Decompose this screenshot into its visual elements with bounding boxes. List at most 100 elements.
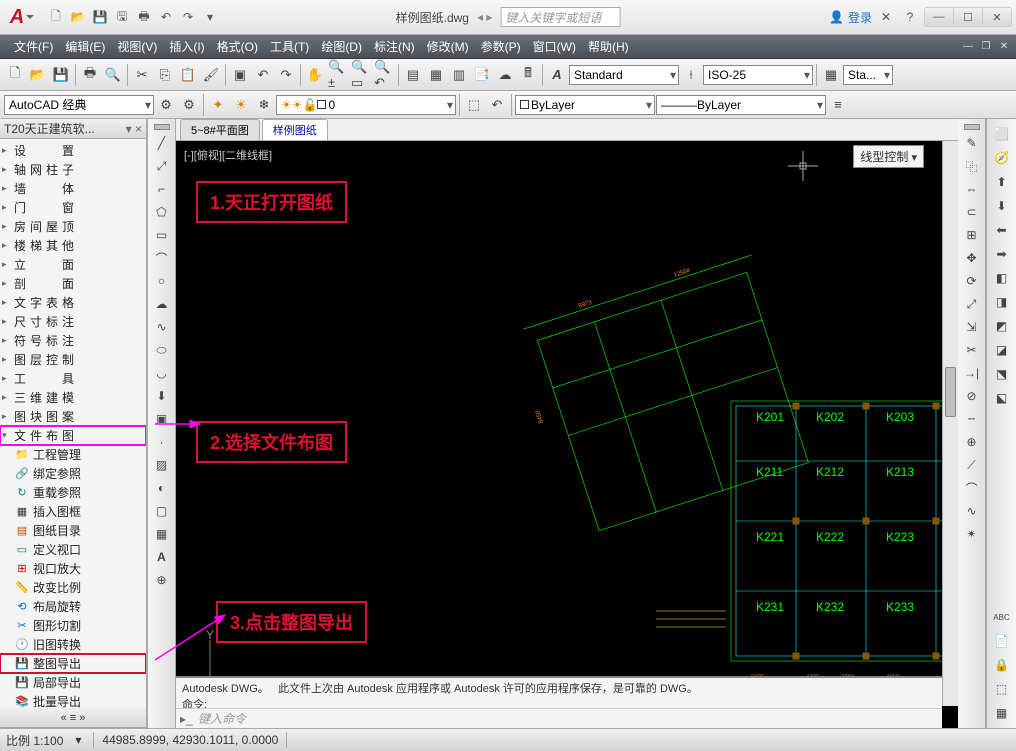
break-pt-icon[interactable]: ⊘ <box>961 385 983 407</box>
addsel-icon[interactable]: ⊕ <box>151 569 173 591</box>
erase-icon[interactable]: ✎ <box>961 132 983 154</box>
color-combo[interactable]: ByLayer <box>515 95 655 115</box>
menu-modify[interactable]: 修改(M) <box>421 38 475 55</box>
pline-icon[interactable]: ⌐ <box>151 178 173 200</box>
minimize-button[interactable]: — <box>925 8 953 26</box>
command-input[interactable]: 键入命令 <box>198 710 938 727</box>
layer-prop-icon[interactable]: ✦ <box>207 94 229 116</box>
layer-freeze-icon[interactable]: ❄ <box>253 94 275 116</box>
tree-group[interactable]: ▸立 面 <box>0 255 146 274</box>
tree-cmd-绑定参照[interactable]: 🔗绑定参照 <box>0 464 146 483</box>
tree-cmd-改变比例[interactable]: 📏改变比例 <box>0 578 146 597</box>
linetype-control-button[interactable]: 线型控制 ▾ <box>853 145 924 168</box>
tree-group[interactable]: ▾文件布图 <box>0 426 146 445</box>
left-icon[interactable]: ⬅ <box>991 219 1013 241</box>
iso-ne-icon[interactable]: ⬔ <box>991 363 1013 385</box>
paste-icon[interactable]: 📋 <box>177 64 199 86</box>
tree-cmd-整图导出[interactable]: 💾整图导出 <box>0 654 146 673</box>
tree-group[interactable]: ▸文字表格 <box>0 293 146 312</box>
undo-icon[interactable]: ↶ <box>156 7 176 27</box>
revcloud-icon[interactable]: ☁ <box>151 293 173 315</box>
mdi-restore-button[interactable]: ❐ <box>978 40 994 54</box>
region-icon[interactable]: ▢ <box>151 500 173 522</box>
view-label[interactable]: [-][俯视][二维线框] <box>184 147 272 163</box>
table-icon[interactable]: ▦ <box>151 523 173 545</box>
maximize-button[interactable]: ☐ <box>954 8 982 26</box>
saveas-icon[interactable]: 🖫 <box>112 7 132 27</box>
tree-cmd-局部导出[interactable]: 💾局部导出 <box>0 673 146 692</box>
mdi-min-button[interactable]: — <box>960 40 976 54</box>
login-link[interactable]: 登录 <box>848 9 872 26</box>
tree-cmd-批量导出[interactable]: 📚批量导出 <box>0 692 146 708</box>
ssm-icon[interactable]: 📑 <box>471 64 493 86</box>
back-icon[interactable]: ◨ <box>991 291 1013 313</box>
cut-icon[interactable]: ✂ <box>131 64 153 86</box>
right-icon[interactable]: ➡ <box>991 243 1013 265</box>
menu-tools[interactable]: 工具(T) <box>264 38 315 55</box>
tree-cmd-插入图框[interactable]: ▦插入图框 <box>0 502 146 521</box>
model-viewport[interactable]: [-][俯视][二维线框] 线型控制 ▾ 5973 12504 8450 <box>176 141 958 728</box>
table-style-combo[interactable]: Sta... <box>843 65 893 85</box>
move-icon[interactable]: ✥ <box>961 247 983 269</box>
extend-icon[interactable]: →| <box>961 362 983 384</box>
menu-dim[interactable]: 标注(N) <box>368 38 421 55</box>
redo-icon[interactable]: ↷ <box>178 7 198 27</box>
nav-arrows-icon[interactable]: ◂ ▸ <box>477 10 492 24</box>
mkup-icon[interactable]: ☁ <box>494 64 516 86</box>
tree-group[interactable]: ▸图块图案 <box>0 407 146 426</box>
arc-icon[interactable]: ⌒ <box>151 247 173 269</box>
polygon-icon[interactable]: ⬠ <box>151 201 173 223</box>
tstyle-icon[interactable]: A <box>546 64 568 86</box>
bottom-icon[interactable]: ⬇ <box>991 195 1013 217</box>
menu-format[interactable]: 格式(O) <box>211 38 264 55</box>
spline-icon[interactable]: ∿ <box>151 316 173 338</box>
menu-help[interactable]: 帮助(H) <box>582 38 635 55</box>
tree-group[interactable]: ▸图层控制 <box>0 350 146 369</box>
tree-cmd-重载参照[interactable]: ↻重载参照 <box>0 483 146 502</box>
layer-state-icon[interactable]: ☀ <box>230 94 252 116</box>
block-icon[interactable]: ▣ <box>151 408 173 430</box>
ws-settings-icon[interactable]: ⚙ <box>155 94 177 116</box>
rotate-icon[interactable]: ⟳ <box>961 270 983 292</box>
tab-file-1[interactable]: 5~8#平面图 <box>180 119 260 140</box>
open-icon[interactable]: 📂 <box>68 7 88 27</box>
lweight-icon[interactable]: ≡ <box>827 94 849 116</box>
open-icon[interactable]: 📂 <box>27 64 49 86</box>
zoom-rt-icon[interactable]: 🔍± <box>327 64 349 86</box>
tree-group[interactable]: ▸三维建模 <box>0 388 146 407</box>
tree-cmd-图纸目录[interactable]: ▤图纸目录 <box>0 521 146 540</box>
layer-prev-icon[interactable]: ↶ <box>486 94 508 116</box>
tree-cmd-布局旋转[interactable]: ⟲布局旋转 <box>0 597 146 616</box>
menu-view[interactable]: 视图(V) <box>111 38 163 55</box>
point-icon[interactable]: · <box>151 431 173 453</box>
tree-group[interactable]: ▸门 窗 <box>0 198 146 217</box>
tree-cmd-视口放大[interactable]: ⊞视口放大 <box>0 559 146 578</box>
block-icon[interactable]: ▣ <box>229 64 251 86</box>
adc-icon[interactable]: ▦ <box>991 702 1013 724</box>
menu-file[interactable]: 文件(F) <box>8 38 59 55</box>
zoom-win-icon[interactable]: 🔍▭ <box>350 64 372 86</box>
rect-icon[interactable]: ▭ <box>151 224 173 246</box>
locked-icon[interactable]: 🔒 <box>991 654 1013 676</box>
copy-icon[interactable]: ⎘ <box>154 64 176 86</box>
table-icon[interactable]: ▦ <box>820 64 842 86</box>
tree-cmd-定义视口[interactable]: ▭定义视口 <box>0 540 146 559</box>
trim-icon[interactable]: ✂ <box>961 339 983 361</box>
tree-group[interactable]: ▸楼梯其他 <box>0 236 146 255</box>
new-icon[interactable]: 🗋 <box>46 7 66 27</box>
tree-cmd-图形切割[interactable]: ✂图形切割 <box>0 616 146 635</box>
calc-icon[interactable]: 🖩 <box>517 64 539 86</box>
zoom-prev-icon[interactable]: 🔍↶ <box>373 64 395 86</box>
stretch-icon[interactable]: ⇲ <box>961 316 983 338</box>
text-style-combo[interactable]: Standard <box>569 65 679 85</box>
gradient-icon[interactable]: ◐ <box>151 477 173 499</box>
mirror-icon[interactable]: ⇔ <box>961 178 983 200</box>
insert-icon[interactable]: ⬇ <box>151 385 173 407</box>
grip[interactable] <box>154 124 170 130</box>
scale-icon[interactable]: ⤢ <box>961 293 983 315</box>
redo-icon[interactable]: ↷ <box>275 64 297 86</box>
layer-combo[interactable]: ☀☀🔓0 <box>276 95 456 115</box>
help-icon[interactable]: ? <box>900 7 920 27</box>
fillet-icon[interactable]: ⌒ <box>961 477 983 499</box>
panel-opts-icon[interactable]: ▾ × <box>126 122 142 136</box>
